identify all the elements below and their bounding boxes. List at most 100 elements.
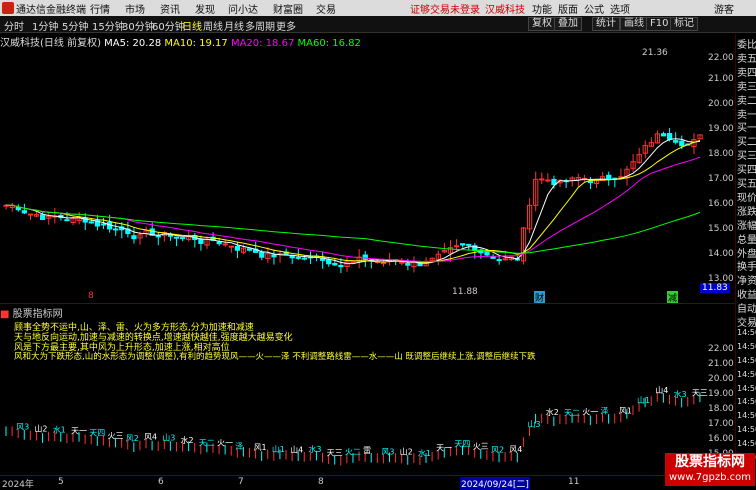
menu-ask[interactable]: 问小达 [228, 1, 258, 16]
current-price-tag: 11.83 [700, 283, 730, 293]
menu-news[interactable]: 资讯 [160, 1, 180, 16]
candlestick-chart[interactable] [0, 47, 735, 302]
overlay-button[interactable]: 叠加 [554, 17, 582, 31]
app-logo-icon [2, 2, 14, 14]
ind-tick: 20.00 [708, 374, 734, 384]
ma-line [6, 139, 701, 263]
orderbook-row: 14:50 [737, 355, 756, 365]
menu-options[interactable]: 选项 [610, 1, 630, 16]
price-tick: 19.00 [708, 124, 734, 134]
candle-body [301, 257, 308, 260]
date-axis: 2024年 5 6 7 8 2024/09/24[二] 11 [0, 475, 735, 490]
candle-body [155, 235, 161, 238]
period-30min[interactable]: 30分钟 [122, 18, 155, 33]
period-more[interactable]: 更多 [276, 18, 296, 33]
indicator-label: 风2 [491, 446, 504, 455]
candle-body [545, 179, 551, 182]
period-weekly[interactable]: 周线 [203, 18, 223, 33]
adjust-button[interactable]: 复权 [528, 17, 556, 31]
candle-body [289, 255, 295, 259]
menu-trade[interactable]: 交易 [316, 1, 336, 16]
orderbook-row: 买五 [737, 179, 756, 190]
login-status[interactable]: 证够交易未登录 [410, 1, 480, 16]
orderbook-row: 买二 [737, 137, 756, 149]
indicator-label: 水2 [546, 407, 559, 417]
ind-tick: 22.00 [708, 344, 734, 354]
ma-line [6, 156, 701, 263]
period-5min[interactable]: 5分钟 [62, 18, 88, 33]
menu-layout[interactable]: 版面 [558, 1, 578, 16]
orderbook-row: 14:50 [737, 327, 756, 337]
menu-function[interactable]: 功能 [532, 1, 552, 16]
price-tick: 16.00 [708, 199, 734, 209]
candle-body [295, 256, 301, 259]
app-title: 通达信金融终端 [16, 5, 86, 16]
menu-bar: 通达信金融终端 行情 市场 资讯 发现 问小达 财富圈 交易 证够交易未登录 汉… [0, 0, 756, 16]
event-mark[interactable]: 8 [88, 291, 94, 301]
menu-wealth[interactable]: 财富圈 [273, 1, 303, 16]
candle-body [15, 206, 21, 211]
period-1min[interactable]: 1分钟 [32, 18, 58, 33]
indicator-label: 山2 [400, 447, 413, 457]
orderbook-row: 14:50 [737, 383, 756, 393]
indicator-label: 风2 [126, 434, 139, 443]
indicator-label: 雷 [363, 446, 371, 455]
candle-body [198, 238, 204, 244]
menu-quotes[interactable]: 行情 [90, 1, 110, 16]
indicator-label: 天四 [454, 440, 470, 449]
date-tick: 2024年 [2, 480, 34, 490]
period-15min[interactable]: 15分钟 [92, 18, 125, 33]
broker-name: 汉威科技 [485, 5, 525, 16]
indicator-label: 天二 [199, 439, 215, 448]
candle-body [484, 251, 490, 256]
orderbook-row: 收益 [737, 290, 756, 302]
guest-label[interactable]: 游客 [714, 1, 734, 16]
menu-discover[interactable]: 发现 [195, 1, 215, 16]
menu-formula[interactable]: 公式 [584, 1, 604, 16]
indicator-label: 天一 [71, 426, 87, 435]
menu-market[interactable]: 市场 [125, 1, 145, 16]
orderbook-row: 买四 [737, 165, 756, 177]
ma-line [6, 138, 701, 265]
period-daily[interactable]: 日线 [182, 18, 202, 33]
candle-body [216, 241, 222, 245]
mark-button[interactable]: 标记 [670, 17, 698, 31]
indicator-label: 水3 [674, 389, 687, 399]
period-60min[interactable]: 60分钟 [152, 18, 185, 33]
ind-tick: 16.00 [708, 434, 734, 444]
candle-body [100, 223, 107, 226]
f10-button[interactable]: F10 [646, 17, 673, 31]
candle-body [332, 262, 338, 266]
date-tick: 7 [238, 477, 244, 487]
orderbook-row: 14:50 [737, 369, 756, 379]
orderbook-row: 委比 [737, 40, 756, 51]
ind-tick: 18.00 [708, 404, 734, 414]
order-book: 委比 卖五 卖四 卖三 卖二 卖一 买一 买二 买三 买四 买五 现价 涨跌 涨幅 总量 外盘 换手 净资 收益 自动… [735, 34, 756, 486]
indicator-label: 山4 [655, 385, 668, 395]
candle-body [453, 245, 460, 248]
indicator-desc-line: 风和大为下跌形态,山的水形态为调整(调整),有利的趋势现风——火——泽 不利调整… [14, 352, 536, 362]
period-monthly[interactable]: 月线 [224, 18, 244, 33]
indicator-label: 山3 [527, 419, 540, 429]
candles [3, 128, 703, 274]
watermark-title: 股票指标网 [675, 454, 745, 470]
period-tick[interactable]: 分时 [4, 18, 24, 33]
candle-body [180, 237, 186, 240]
candle-body [666, 133, 673, 140]
stats-button[interactable]: 统计 [592, 17, 620, 31]
orderbook-row: 卖三 [737, 81, 756, 93]
candle-body [228, 245, 234, 248]
ind-tick: 17.00 [708, 419, 734, 429]
indicator-label: 天四 [89, 429, 105, 438]
date-tick: 8 [318, 477, 324, 487]
indicator-label: 天一 [436, 444, 452, 453]
indicator-label: 泽 [601, 406, 609, 415]
period-multi[interactable]: 多周期 [245, 18, 275, 33]
watermark-banner: 股票指标网 www.7gpzb.com [665, 453, 755, 486]
indicator-label: 火二 [345, 447, 361, 456]
orderbook-row: 涨跌 [737, 206, 756, 218]
draw-button[interactable]: 画线 [620, 17, 648, 31]
indicator-label: 山4 [290, 444, 303, 454]
low-price-label: 11.88 [452, 287, 478, 297]
candle-body [21, 210, 28, 214]
